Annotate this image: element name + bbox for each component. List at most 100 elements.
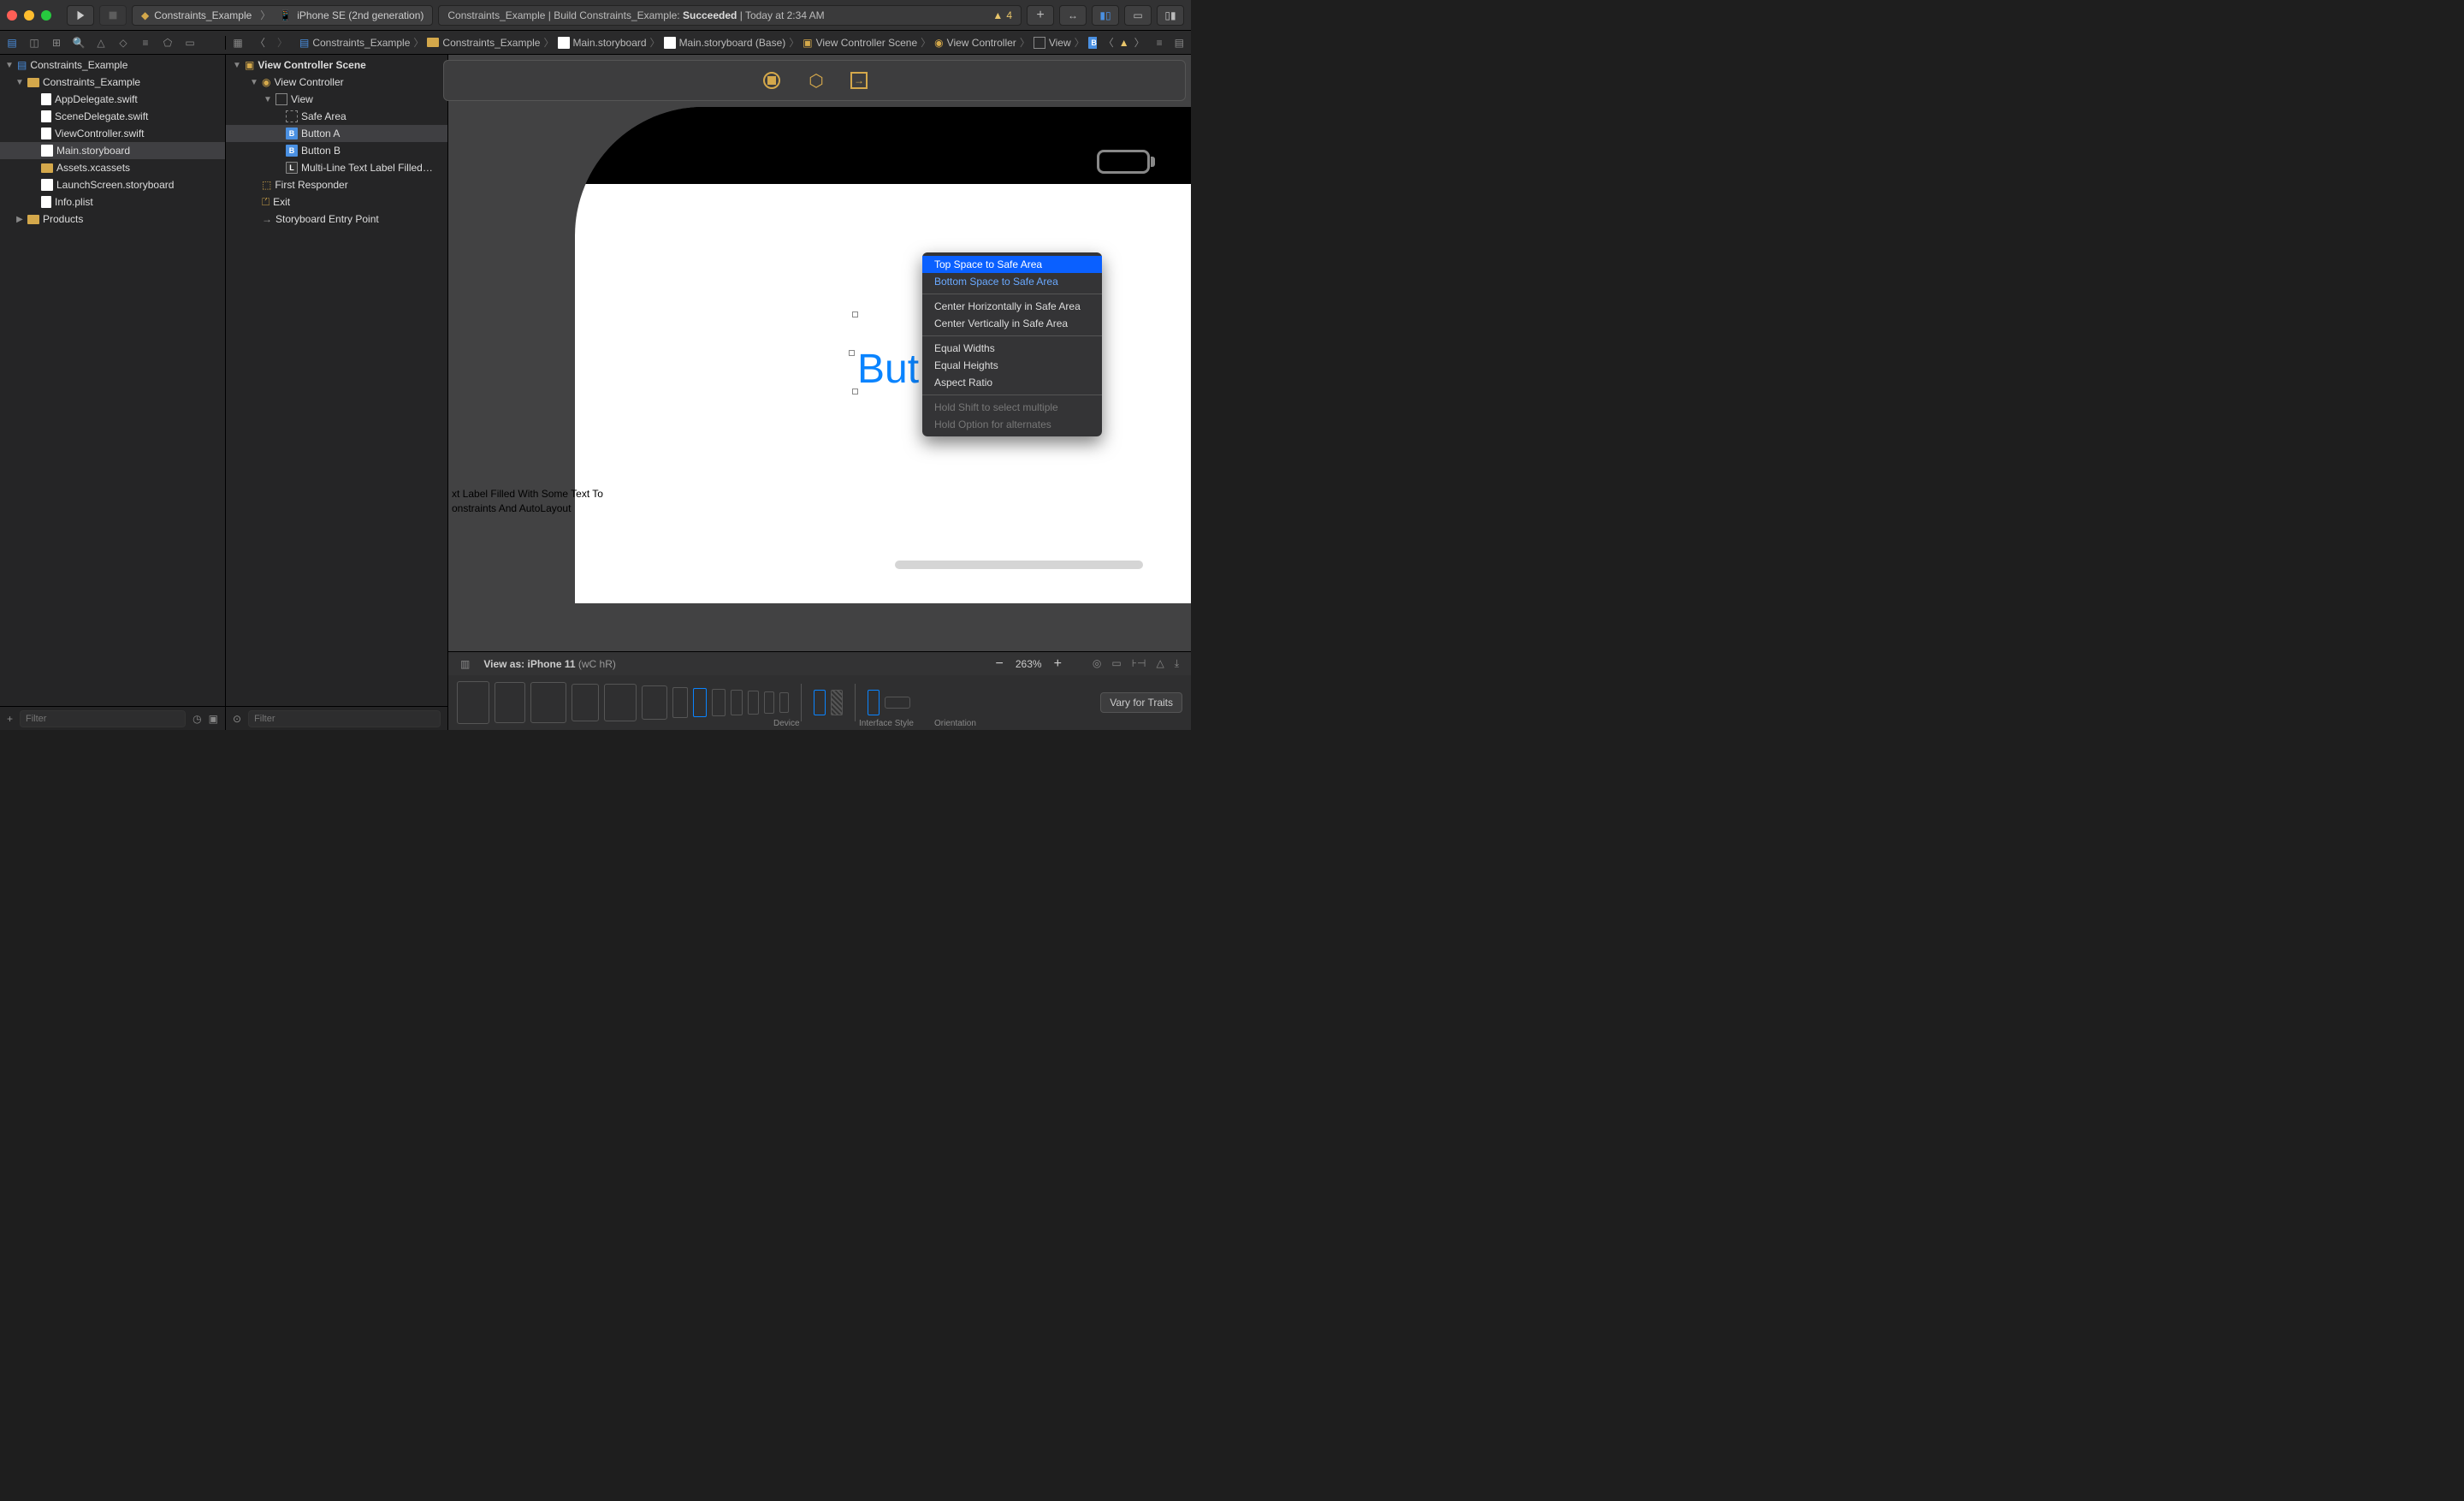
navigator-filter-input[interactable] [20, 710, 186, 727]
device-iphone-11[interactable] [693, 688, 707, 717]
scheme-selector[interactable]: ◆ Constraints_Example 〉 📱 iPhone SE (2nd… [132, 5, 433, 26]
device-ipad-mini-landscape[interactable] [604, 684, 637, 721]
outline-safearea[interactable]: Safe Area [226, 108, 447, 125]
device-iphone-plus[interactable] [712, 689, 726, 716]
outline-first-responder[interactable]: ⬚ First Responder [226, 176, 447, 193]
products-group[interactable]: ▶ Products [0, 211, 225, 228]
test-navigator-icon[interactable]: ◇ [116, 36, 130, 50]
menu-equal-widths[interactable]: Equal Widths [922, 340, 1102, 357]
adjust-editor-icon[interactable]: ▤ [1175, 37, 1184, 49]
disclosure-icon[interactable]: ▼ [5, 61, 14, 70]
editor-lines-icon[interactable]: ≡ [1157, 37, 1163, 49]
device-iphone[interactable] [731, 690, 743, 715]
device-iphone-se[interactable] [764, 691, 774, 714]
pin-icon[interactable]: ⊦⊣ [1132, 657, 1146, 670]
file-appdelegate[interactable]: AppDelegate.swift [0, 91, 225, 108]
orientation-landscape[interactable] [885, 697, 910, 709]
outline-filter-input[interactable] [248, 710, 441, 727]
device-ipad-pro-12[interactable] [457, 681, 489, 724]
disclosure-icon[interactable]: ▼ [250, 78, 258, 87]
issues-badge[interactable]: ▲ 4 [992, 9, 1012, 21]
outline-filter-icon[interactable]: ⊙ [233, 713, 241, 725]
menu-bottom-space[interactable]: Bottom Space to Safe Area [922, 273, 1102, 290]
disclosure-icon[interactable]: ▼ [264, 95, 272, 104]
outline-view[interactable]: ▼ View [226, 91, 447, 108]
file-main-storyboard[interactable]: Main.storyboard [0, 142, 225, 159]
vary-for-traits-button[interactable]: Vary for Traits [1100, 692, 1182, 713]
report-navigator-icon[interactable]: ▭ [183, 36, 197, 50]
jump-bar-breadcrumb[interactable]: ▤Constraints_Example〉 Constraints_Exampl… [294, 35, 1097, 50]
device-ipad-landscape[interactable] [530, 682, 566, 723]
bottom-panel-toggle[interactable]: ▭ [1124, 5, 1152, 26]
project-group[interactable]: ▼ Constraints_Example [0, 74, 225, 91]
device-ipad-pro-11[interactable] [495, 682, 525, 723]
device-ipad[interactable] [572, 684, 599, 721]
viewcontroller-dock-icon[interactable] [761, 70, 782, 91]
next-issue-icon[interactable]: 〉 [1134, 35, 1145, 50]
activity-status-bar[interactable]: Constraints_Example | Build Constraints_… [438, 5, 1022, 26]
menu-center-vertically[interactable]: Center Vertically in Safe Area [922, 315, 1102, 332]
exit-dock-icon[interactable]: → [850, 72, 868, 89]
run-button[interactable] [67, 5, 94, 26]
multiline-label-canvas[interactable]: xt Label Filled With Some Text To onstra… [448, 487, 1191, 516]
find-navigator-icon[interactable]: 🔍 [72, 36, 86, 50]
button-a-canvas-text[interactable]: But [857, 346, 919, 393]
stop-button[interactable] [99, 5, 127, 26]
resolve-issues-icon[interactable]: △ [1156, 657, 1164, 670]
menu-top-space[interactable]: Top Space to Safe Area [922, 256, 1102, 273]
breakpoint-navigator-icon[interactable]: ⬠ [161, 36, 175, 50]
embed-stack-icon[interactable]: ⤓ [1175, 657, 1179, 670]
code-review-button[interactable]: ↔ [1059, 5, 1087, 26]
close-window-button[interactable] [7, 10, 17, 21]
embed-in-icon[interactable]: ◎ [1093, 657, 1101, 670]
zoom-value[interactable]: 263% [1016, 658, 1042, 670]
viewas-device[interactable]: iPhone 11 [528, 658, 576, 670]
issue-indicator-icon[interactable]: ▲ [1119, 37, 1129, 49]
library-button[interactable]: + [1027, 5, 1054, 26]
scm-filter-icon[interactable]: ▣ [209, 713, 218, 725]
forward-icon[interactable]: 〉 [275, 36, 289, 50]
debug-navigator-icon[interactable]: ≡ [139, 36, 152, 50]
outline-entry-point[interactable]: → Storyboard Entry Point [226, 211, 447, 228]
file-launchscreen[interactable]: LaunchScreen.storyboard [0, 176, 225, 193]
outline-exit[interactable]: ⏍ Exit [226, 193, 447, 211]
left-panel-toggle[interactable]: ▮▯ [1092, 5, 1119, 26]
zoom-window-button[interactable] [41, 10, 51, 21]
source-control-navigator-icon[interactable]: ◫ [27, 36, 41, 50]
outline-button-a[interactable]: B Button A [226, 125, 447, 142]
selection-handle[interactable] [852, 311, 858, 317]
prev-issue-icon[interactable]: 〈 [1104, 35, 1114, 50]
back-icon[interactable]: 〈 [253, 36, 267, 50]
symbol-navigator-icon[interactable]: ⊞ [50, 36, 63, 50]
outline-toggle-icon[interactable]: ▥ [460, 658, 470, 670]
first-responder-dock-icon[interactable]: ⬡ [806, 70, 826, 91]
zoom-out-button[interactable]: − [996, 656, 1004, 672]
minimize-window-button[interactable] [24, 10, 34, 21]
issue-navigator-icon[interactable]: △ [94, 36, 108, 50]
disclosure-icon[interactable]: ▼ [15, 78, 24, 87]
canvas-viewport[interactable]: But xt Label Filled With Some Text To on… [448, 106, 1191, 651]
appearance-dark[interactable] [831, 690, 843, 715]
scene-dock[interactable]: ⬡ → [443, 60, 1186, 101]
outline-scene[interactable]: ▼ ▣ View Controller Scene [226, 56, 447, 74]
device-ipad-mini[interactable] [642, 685, 667, 720]
disclosure-icon[interactable]: ▼ [233, 61, 241, 70]
outline-button-b[interactable]: B Button B [226, 142, 447, 159]
horizontal-scrollbar[interactable] [895, 561, 1143, 569]
file-info-plist[interactable]: Info.plist [0, 193, 225, 211]
menu-aspect-ratio[interactable]: Aspect Ratio [922, 374, 1102, 391]
selection-handle[interactable] [849, 350, 855, 356]
add-button[interactable]: + [7, 713, 13, 725]
project-root[interactable]: ▼ ▤ Constraints_Example [0, 56, 225, 74]
outline-viewcontroller[interactable]: ▼ ◉ View Controller [226, 74, 447, 91]
menu-center-horizontally[interactable]: Center Horizontally in Safe Area [922, 298, 1102, 315]
zoom-in-button[interactable]: + [1054, 656, 1062, 672]
disclosure-icon[interactable]: ▶ [15, 215, 24, 224]
recent-filter-icon[interactable]: ◷ [192, 713, 201, 725]
device-iphone-max[interactable] [672, 687, 688, 718]
project-navigator-icon[interactable]: ▤ [5, 36, 19, 50]
file-viewcontroller[interactable]: ViewController.swift [0, 125, 225, 142]
orientation-portrait[interactable] [868, 690, 880, 715]
related-items-icon[interactable]: ▦ [231, 36, 245, 50]
appearance-light[interactable] [814, 690, 826, 715]
